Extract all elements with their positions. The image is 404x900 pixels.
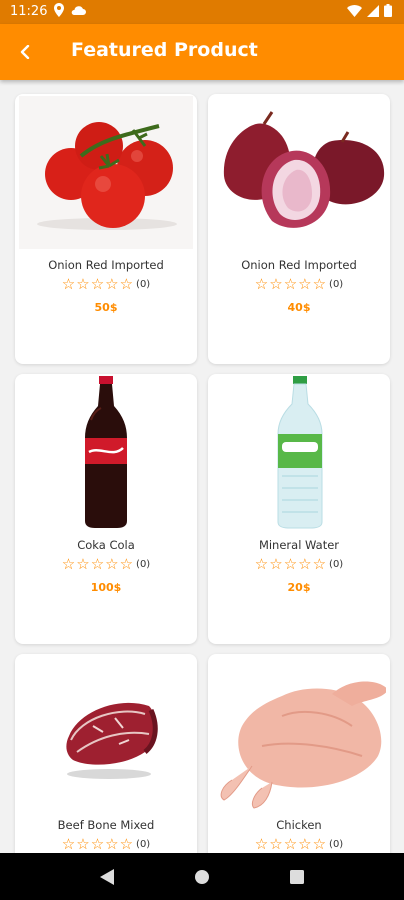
status-time: 11:26: [10, 4, 48, 19]
star-icon: ☆: [298, 275, 312, 293]
rating-stars: ☆ ☆ ☆ ☆ ☆ (0): [208, 835, 390, 853]
product-name: Mineral Water: [258, 538, 340, 552]
product-name: Beef Bone Mixed: [57, 818, 155, 832]
rating-count: (0): [329, 838, 344, 850]
product-image-red-onions: [212, 96, 386, 249]
star-icon: ☆: [254, 835, 269, 853]
star-icon: ☆: [254, 275, 269, 293]
cloud-icon: [71, 6, 86, 15]
rating-count: (0): [329, 278, 344, 290]
star-icon: ☆: [76, 835, 90, 853]
star-icon: ☆: [119, 835, 134, 853]
back-button[interactable]: [10, 36, 42, 68]
star-icon: ☆: [283, 555, 298, 573]
star-icon: ☆: [119, 275, 134, 293]
product-price: 100$: [90, 581, 122, 594]
rating-count: (0): [136, 838, 151, 850]
status-bar: 11:26: [0, 0, 404, 24]
product-card[interactable]: Coka Cola ☆ ☆ ☆ ☆ ☆ (0) 100$: [15, 374, 197, 644]
product-name: Onion Red Imported: [48, 258, 164, 272]
product-price: 50$: [94, 301, 118, 314]
star-icon: ☆: [105, 835, 119, 853]
wifi-icon: [347, 4, 362, 17]
star-icon: ☆: [90, 555, 105, 573]
rating-stars: ☆ ☆ ☆ ☆ ☆ (0): [208, 555, 390, 573]
product-image-beef-steak: [19, 656, 193, 809]
product-image-tomatoes: [19, 96, 193, 249]
system-nav-bar: [0, 853, 404, 900]
product-name: Coka Cola: [77, 538, 135, 552]
arrow-back-icon: [20, 45, 30, 59]
home-circle-icon: [194, 869, 209, 884]
app-bar: Featured Product: [0, 24, 404, 80]
star-icon: ☆: [105, 275, 119, 293]
product-image-raw-chicken: [212, 656, 388, 809]
product-name: Chicken: [276, 818, 322, 832]
recents-square-icon: [289, 869, 304, 884]
product-price: 40$: [287, 301, 311, 314]
star-icon: ☆: [312, 555, 327, 573]
location-icon: [54, 3, 64, 17]
product-name: Onion Red Imported: [241, 258, 357, 272]
star-icon: ☆: [105, 555, 119, 573]
rating-stars: ☆ ☆ ☆ ☆ ☆ (0): [208, 275, 390, 293]
page-title: Featured Product: [71, 39, 258, 61]
star-icon: ☆: [90, 275, 105, 293]
rating-count: (0): [329, 558, 344, 570]
product-card[interactable]: Mineral Water ☆ ☆ ☆ ☆ ☆ (0) 20$: [208, 374, 390, 644]
product-price: 20$: [287, 581, 311, 594]
star-icon: ☆: [312, 275, 327, 293]
product-card[interactable]: Onion Red Imported ☆ ☆ ☆ ☆ ☆ (0) 50$: [15, 94, 197, 364]
back-triangle-icon: [100, 868, 115, 885]
star-icon: ☆: [61, 275, 76, 293]
star-icon: ☆: [269, 835, 283, 853]
nav-recents-button[interactable]: [277, 857, 317, 897]
product-image-water-bottle: [212, 376, 386, 529]
star-icon: ☆: [283, 835, 298, 853]
status-left-icons: [54, 3, 86, 17]
product-image-cola-bottle: [19, 376, 193, 529]
rating-stars: ☆ ☆ ☆ ☆ ☆ (0): [15, 835, 197, 853]
star-icon: ☆: [254, 555, 269, 573]
rating-count: (0): [136, 278, 151, 290]
star-icon: ☆: [76, 555, 90, 573]
star-icon: ☆: [90, 835, 105, 853]
product-card[interactable]: Chicken ☆ ☆ ☆ ☆ ☆ (0): [208, 654, 390, 853]
nav-home-button[interactable]: [182, 857, 222, 897]
rating-stars: ☆ ☆ ☆ ☆ ☆ (0): [15, 555, 197, 573]
star-icon: ☆: [269, 275, 283, 293]
product-card[interactable]: Onion Red Imported ☆ ☆ ☆ ☆ ☆ (0) 40$: [208, 94, 390, 364]
product-card[interactable]: Beef Bone Mixed ☆ ☆ ☆ ☆ ☆ (0): [15, 654, 197, 853]
star-icon: ☆: [61, 555, 76, 573]
signal-icon: [367, 4, 379, 17]
star-icon: ☆: [119, 555, 134, 573]
star-icon: ☆: [61, 835, 76, 853]
rating-stars: ☆ ☆ ☆ ☆ ☆ (0): [15, 275, 197, 293]
status-right-icons: [347, 4, 392, 17]
nav-back-button[interactable]: [87, 857, 127, 897]
star-icon: ☆: [269, 555, 283, 573]
star-icon: ☆: [283, 275, 298, 293]
battery-icon: [384, 4, 392, 17]
product-grid: Onion Red Imported ☆ ☆ ☆ ☆ ☆ (0) 50$ Oni: [0, 80, 404, 853]
star-icon: ☆: [312, 835, 327, 853]
rating-count: (0): [136, 558, 151, 570]
star-icon: ☆: [298, 835, 312, 853]
star-icon: ☆: [298, 555, 312, 573]
star-icon: ☆: [76, 275, 90, 293]
